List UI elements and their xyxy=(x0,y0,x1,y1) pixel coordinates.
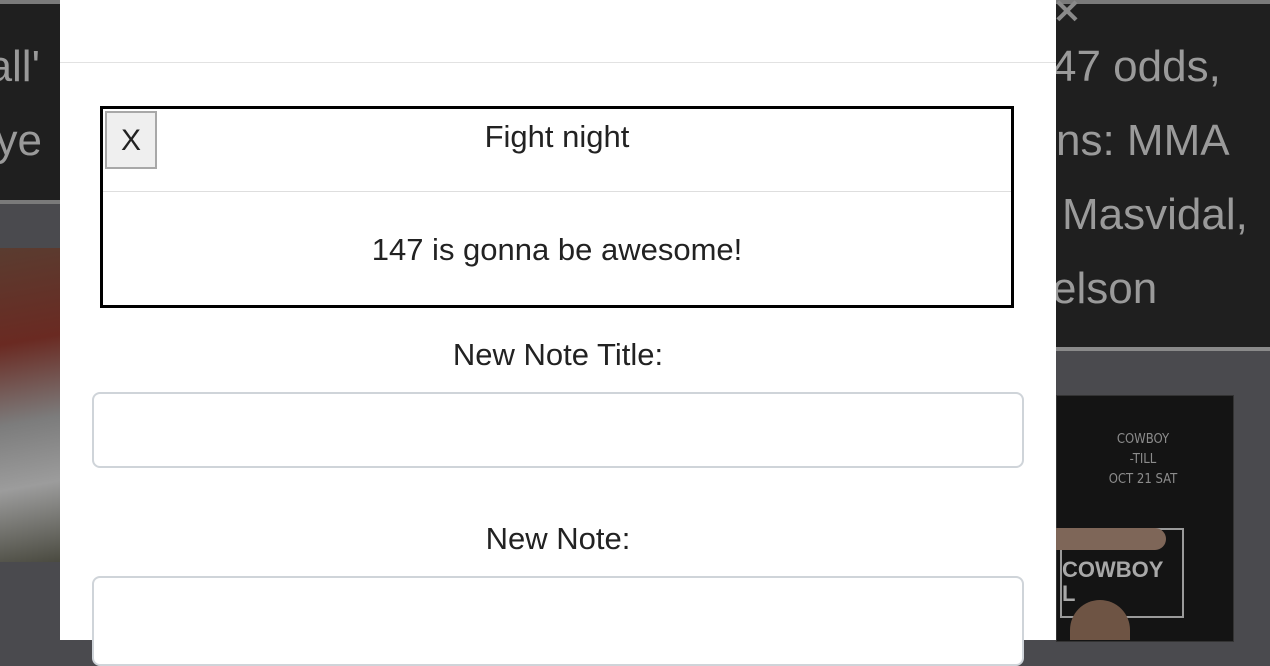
background-divider xyxy=(0,200,60,204)
background-headline-text: aye xyxy=(0,116,42,165)
note-title-label: New Note Title: xyxy=(452,337,664,372)
poster-text: COWBOY -TILL OCT 21 SAT xyxy=(1095,430,1191,490)
note-divider xyxy=(103,191,1011,192)
background-article-photo xyxy=(0,248,60,562)
background-headline-text: ball' xyxy=(0,42,40,91)
poster-belt-line: COWBOY xyxy=(1062,557,1164,582)
note-body-label: New Note: xyxy=(485,521,631,556)
background-headline-text: 47 odds, xyxy=(1052,42,1221,91)
notes-modal: × X Fight night 147 is gonna be awesome!… xyxy=(60,0,1082,666)
poster-belt-text: COWBOY L xyxy=(1062,558,1163,606)
poster-arm xyxy=(1056,528,1166,550)
background-headline-text: ns: MMA xyxy=(1056,116,1230,165)
poster-text-line: -TILL xyxy=(1129,452,1157,467)
modal-header-divider xyxy=(60,62,1056,63)
background-divider xyxy=(1056,347,1270,351)
poster-text-line: OCT 21 SAT xyxy=(1108,472,1178,487)
poster-text-line: COWBOY xyxy=(1116,432,1170,447)
background-headline-text: Masvidal, xyxy=(1062,190,1248,239)
saved-note-card: X Fight night 147 is gonna be awesome! xyxy=(100,106,1014,308)
close-icon[interactable]: × xyxy=(1050,0,1084,29)
background-strip xyxy=(0,562,60,640)
background-headline-text: elson xyxy=(1052,264,1158,313)
note-body-input[interactable] xyxy=(92,576,1024,666)
note-title-input[interactable] xyxy=(92,392,1024,468)
note-title: Fight night xyxy=(484,119,630,154)
note-body: 147 is gonna be awesome! xyxy=(371,232,743,267)
